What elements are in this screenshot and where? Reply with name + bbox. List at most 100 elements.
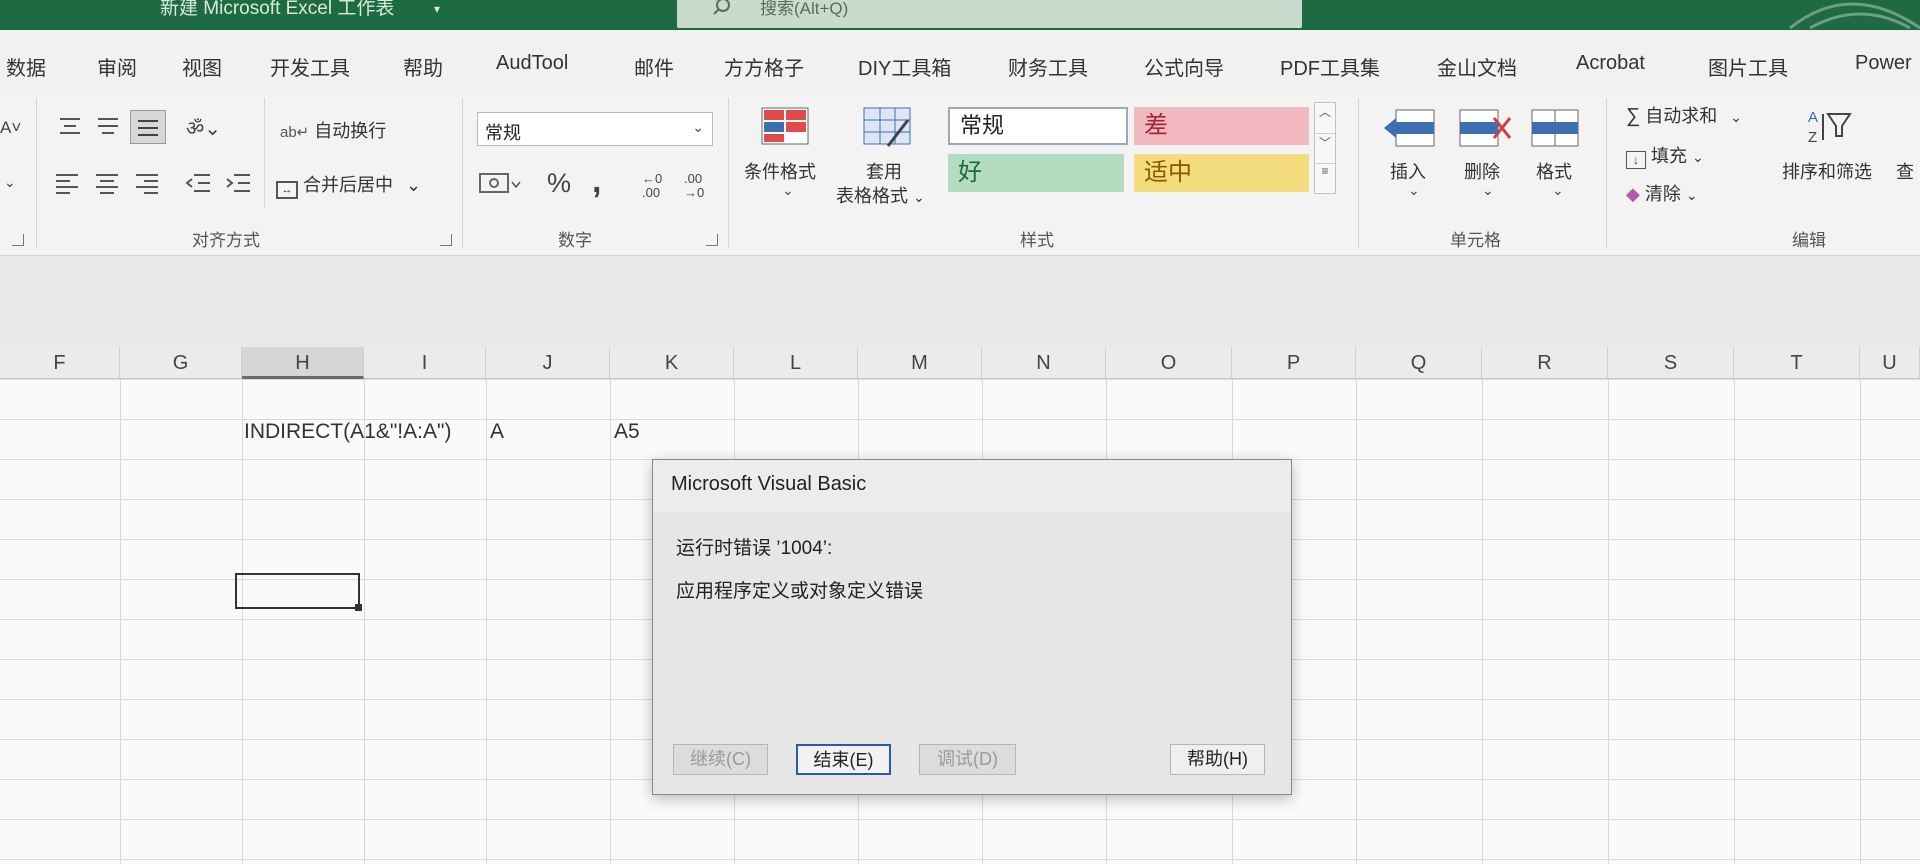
tab-audtool[interactable]: AudTool [496, 52, 568, 75]
tab-data[interactable]: 数据 [6, 52, 46, 81]
increase-indent-icon[interactable] [224, 172, 252, 194]
decrease-indent-icon[interactable] [184, 172, 212, 194]
grid-line [364, 379, 365, 864]
format-as-table-label-line1[interactable]: 套用 [866, 158, 902, 184]
clear-button[interactable]: ◆ 清除 ⌄ [1626, 180, 1698, 206]
chevron-down-icon[interactable]: ﹀ [1315, 133, 1335, 163]
column-header-L[interactable]: L [734, 347, 858, 379]
cell-J-value[interactable]: A [490, 420, 504, 444]
chevron-down-icon[interactable]: ⌄ [1552, 182, 1564, 199]
tab-mailings[interactable]: 邮件 [634, 52, 674, 81]
continue-button[interactable]: 继续(C) [673, 744, 768, 775]
decrease-decimal-icon[interactable]: .00 →0 [684, 172, 704, 200]
align-left-icon[interactable] [54, 172, 80, 194]
column-header-G[interactable]: G [120, 347, 242, 379]
format-as-table-icon [863, 107, 911, 147]
debug-button[interactable]: 调试(D) [919, 744, 1016, 775]
column-header-N[interactable]: N [982, 347, 1106, 379]
align-bottom-button[interactable] [130, 110, 166, 144]
cell-K-value[interactable]: A5 [614, 420, 640, 444]
conditional-format-label[interactable]: 条件格式 [744, 158, 816, 184]
end-button[interactable]: 结束(E) [796, 744, 891, 775]
chevron-down-icon[interactable]: ⌄ [1408, 182, 1420, 199]
sort-filter-button[interactable]: 排序和筛选 [1782, 158, 1872, 184]
fill-handle[interactable] [355, 604, 362, 611]
delete-cells-button[interactable]: 删除 [1464, 158, 1500, 184]
chevron-down-icon[interactable]: ⌄ [1482, 182, 1494, 199]
tab-formula-wizard[interactable]: 公式向导 [1144, 52, 1224, 81]
column-header-I[interactable]: I [364, 347, 486, 379]
grid-line [242, 379, 243, 864]
error-code-text: 运行时错误 ’1004’: [676, 538, 833, 559]
column-header-O[interactable]: O [1106, 347, 1232, 379]
cell-styles-scroll[interactable]: ︿ ﹀ ≡ [1314, 102, 1336, 194]
column-header-S[interactable]: S [1608, 347, 1734, 379]
column-header-Q[interactable]: Q [1356, 347, 1482, 379]
alignment-group-label: 对齐方式 [192, 231, 260, 250]
tab-diy-toolbox[interactable]: DIY工具箱 [858, 52, 951, 81]
tab-help[interactable]: 帮助 [403, 52, 443, 81]
align-center-icon[interactable] [94, 172, 120, 194]
cell-style-neutral[interactable]: 适中 [1134, 154, 1309, 192]
cell-style-normal[interactable]: 常规 [948, 107, 1128, 145]
grid-line [1860, 379, 1861, 864]
fill-button[interactable]: ↓ 填充 ⌄ [1626, 142, 1704, 169]
column-header-P[interactable]: P [1232, 347, 1356, 379]
chevron-down-icon[interactable]: ⌄ [782, 182, 794, 199]
align-top-icon[interactable] [58, 116, 82, 136]
column-header-H[interactable]: H [242, 347, 364, 379]
more-styles-icon[interactable]: ≡ [1315, 163, 1335, 193]
number-launcher-icon[interactable] [706, 234, 718, 246]
help-button[interactable]: 帮助(H) [1170, 744, 1265, 775]
cell-style-good[interactable]: 好 [948, 154, 1124, 192]
tab-kdocs[interactable]: 金山文档 [1437, 52, 1517, 81]
tab-fangfang[interactable]: 方方格子 [724, 52, 804, 81]
increase-decimal-icon[interactable]: ←0.00 [642, 172, 662, 200]
insert-cells-button[interactable]: 插入 [1390, 158, 1426, 184]
align-middle-icon[interactable] [96, 116, 120, 136]
font-launcher-icon[interactable] [12, 234, 24, 246]
autosum-button[interactable]: ∑ 自动求和 ⌄ [1626, 102, 1742, 128]
tab-picture-tools[interactable]: 图片工具 [1708, 52, 1788, 81]
font-size-increase-icon[interactable]: A˅ [0, 118, 21, 138]
separator [728, 98, 729, 248]
column-header-M[interactable]: M [858, 347, 982, 379]
find-select-button[interactable]: 查 [1896, 158, 1914, 184]
column-header-K[interactable]: K [610, 347, 734, 379]
percent-button[interactable]: % [547, 168, 571, 199]
accounting-format-icon[interactable] [478, 170, 524, 198]
tab-pdf-tools[interactable]: PDF工具集 [1280, 52, 1380, 81]
chevron-up-icon[interactable]: ︿ [1315, 103, 1335, 133]
alignment-launcher-icon[interactable] [440, 234, 452, 246]
tab-review[interactable]: 审阅 [97, 52, 137, 81]
wrap-text-button[interactable]: ab↵ 自动换行 [280, 117, 386, 143]
search-box[interactable]: 搜索(Alt+Q) [677, 0, 1302, 28]
column-header-R[interactable]: R [1482, 347, 1608, 379]
grid-line [1482, 379, 1483, 864]
styles-group-label: 样式 [1020, 231, 1054, 250]
tab-power[interactable]: Power [1855, 52, 1912, 75]
align-right-icon[interactable] [134, 172, 160, 194]
tab-finance-tools[interactable]: 财务工具 [1008, 52, 1088, 81]
font-dropdown-icon[interactable]: ⌄ [4, 174, 16, 191]
tab-developer[interactable]: 开发工具 [270, 52, 350, 81]
delete-cells-icon [1459, 109, 1512, 147]
title-dropdown-icon[interactable]: ▾ [434, 2, 440, 16]
cell-H-formula-text[interactable]: INDIRECT(A1&"!A:A") [244, 420, 451, 444]
number-format-dropdown[interactable]: 常规 ⌄ [477, 112, 713, 146]
comma-style-button[interactable]: , [592, 162, 601, 201]
merge-center-button[interactable]: ↔ 合并后居中 ⌄ [276, 171, 421, 199]
tab-acrobat[interactable]: Acrobat [1576, 52, 1645, 75]
cell-style-bad[interactable]: 差 [1134, 107, 1309, 145]
editing-group-label: 编辑 [1792, 231, 1826, 250]
column-header-U[interactable]: U [1860, 347, 1920, 379]
active-cell[interactable] [235, 573, 360, 609]
column-header-J[interactable]: J [486, 347, 610, 379]
column-header-T[interactable]: T [1734, 347, 1860, 379]
format-as-table-button[interactable]: 表格格式 ⌄ [836, 182, 925, 208]
orientation-icon[interactable]: ॐ⌄ [186, 114, 221, 141]
autosum-label: 自动求和 [1645, 106, 1718, 126]
column-header-F[interactable]: F [0, 347, 120, 379]
format-cells-button[interactable]: 格式 [1536, 158, 1572, 184]
tab-view[interactable]: 视图 [182, 52, 222, 81]
